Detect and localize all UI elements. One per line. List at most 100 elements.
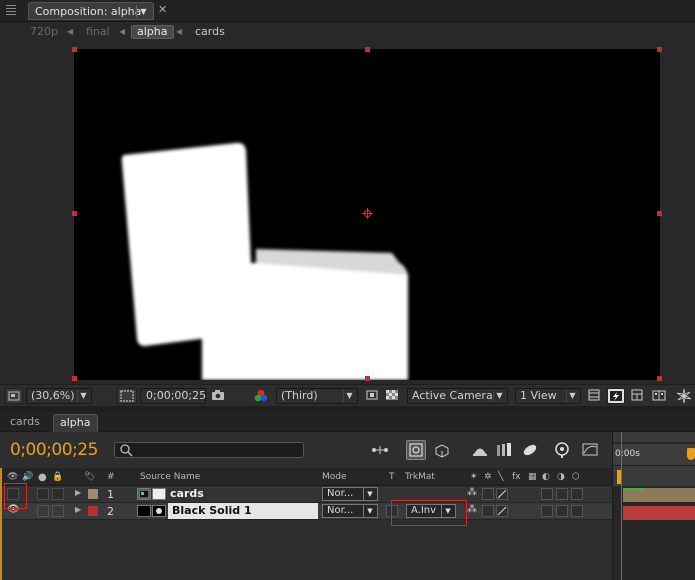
solo-toggle[interactable] — [37, 505, 49, 517]
3d-layer-switch[interactable] — [571, 505, 583, 517]
lock-toggle[interactable] — [52, 505, 64, 517]
quality-switch[interactable] — [496, 505, 508, 517]
frame-blending-icon[interactable] — [470, 440, 490, 460]
expand-triangle-icon[interactable]: ▶ — [75, 505, 81, 514]
motion-blur-switch[interactable] — [541, 505, 553, 517]
transform-handle[interactable] — [657, 376, 662, 381]
toggle-pixel-aspect-icon[interactable] — [587, 388, 603, 404]
region-of-interest-icon[interactable] — [365, 388, 381, 404]
camera-snapshot-icon[interactable] — [210, 388, 228, 404]
breadcrumb-arrow-icon: ◀ — [119, 27, 126, 36]
visibility-highlight-box — [4, 483, 27, 509]
solo-header-icon[interactable]: ● — [38, 472, 47, 483]
tab-cards[interactable]: cards — [4, 414, 46, 432]
hide-shy-layers-icon[interactable] — [432, 440, 452, 460]
layer-duration-bar[interactable] — [623, 488, 695, 502]
draft-3d-icon[interactable] — [406, 440, 426, 460]
motion-blur-icon[interactable] — [494, 440, 514, 460]
transparency-grid-icon[interactable] — [385, 388, 401, 404]
blend-mode-dropdown[interactable]: Nor... ▼ — [322, 504, 378, 518]
layer-label-color[interactable] — [88, 506, 98, 516]
breadcrumb-item-final[interactable]: final — [86, 25, 110, 39]
switch-collapse-icon: ✲ — [484, 472, 492, 482]
layer-name[interactable]: cards — [170, 487, 204, 500]
chevron-down-icon[interactable]: ▼ — [136, 5, 150, 17]
layer-search-input[interactable] — [114, 442, 304, 458]
graph-editor-icon[interactable] — [580, 440, 600, 460]
collapse-switch[interactable] — [482, 505, 494, 517]
transform-handle[interactable] — [365, 376, 370, 381]
audio-header-icon[interactable]: 🔊 — [22, 472, 33, 482]
fast-previews-icon[interactable] — [607, 388, 625, 404]
transform-handle[interactable] — [72, 211, 77, 216]
ruler-zoom-strip — [613, 466, 695, 486]
breadcrumb-arrow-icon: ◀ — [176, 27, 183, 36]
layer-duration-bar[interactable] — [623, 506, 695, 520]
switch-frame-blend-icon: ▦ — [528, 472, 537, 482]
composition-viewer[interactable] — [0, 42, 695, 384]
motion-blur-switch[interactable] — [541, 488, 553, 500]
current-time-indicator-line[interactable] — [621, 432, 622, 580]
panel-grip-icon[interactable] — [6, 5, 16, 17]
comp-mini-flowchart-icon[interactable] — [370, 440, 390, 460]
current-time-display[interactable]: 0;00;00;25 — [10, 440, 98, 460]
quality-switch[interactable] — [496, 488, 508, 500]
visibility-header-icon[interactable]: 👁 — [7, 472, 18, 482]
chevron-down-icon: ▼ — [493, 390, 505, 402]
layer-name[interactable]: Black Solid 1 — [168, 503, 318, 519]
exposure-reset-icon[interactable] — [676, 388, 692, 404]
close-icon[interactable]: ✕ — [158, 4, 168, 16]
current-time-indicator-head[interactable] — [687, 448, 695, 460]
composition-tab[interactable]: Composition: alpha ▼ — [28, 2, 154, 20]
3d-layer-switch[interactable] — [571, 488, 583, 500]
lock-toggle[interactable] — [52, 488, 64, 500]
lock-header-icon[interactable]: 🔒 — [52, 472, 63, 482]
breadcrumb-item-720p[interactable]: 720p — [30, 25, 58, 39]
adjustment-switch[interactable] — [556, 488, 568, 500]
label-header-icon[interactable]: 🏷 — [84, 472, 95, 482]
solo-toggle[interactable] — [37, 488, 49, 500]
breadcrumb-item-alpha[interactable]: alpha — [131, 25, 174, 39]
shy-switch-icon[interactable]: ⁂ — [467, 504, 477, 515]
time-ruler[interactable]: 0:00s — [613, 444, 695, 466]
timeline-header: 0;00;00;25 — [0, 432, 612, 468]
always-preview-icon[interactable] — [5, 388, 23, 404]
comp-flowchart-icon[interactable] — [652, 388, 668, 404]
resolution-dropdown[interactable]: (Third) ▼ — [276, 388, 358, 404]
trkmat-column-header: TrkMat — [405, 472, 435, 482]
switch-shy-icon: ✶ — [470, 472, 478, 482]
auto-keyframe-icon[interactable] — [552, 440, 572, 460]
magnification-dropdown[interactable]: (30,6%) ▼ — [26, 388, 92, 404]
color-channels-icon[interactable] — [253, 388, 271, 404]
work-area-bar[interactable] — [613, 432, 695, 442]
layer-list-empty-area[interactable] — [0, 520, 612, 580]
view-layout-value: 1 View — [520, 389, 557, 402]
switch-quality-icon: ╲ — [498, 472, 504, 482]
timeline-toggle-icon[interactable] — [630, 388, 646, 404]
breadcrumb-item-cards[interactable]: cards — [195, 25, 225, 39]
shy-switch-icon[interactable]: ⁂ — [467, 487, 477, 498]
transform-handle[interactable] — [72, 376, 77, 381]
transform-handle[interactable] — [657, 211, 662, 216]
transform-handle[interactable] — [657, 47, 662, 52]
solid-thumbnail — [137, 505, 151, 517]
layer-row[interactable]: 👁 ▶ 2 Black Solid 1 Nor... ▼ A.Inv ▼ ⁂ — [0, 503, 612, 520]
chevron-down-icon: ▼ — [566, 390, 578, 402]
viewer-timecode[interactable]: 0;00;00;25 — [140, 388, 206, 404]
expand-triangle-icon[interactable]: ▶ — [75, 488, 81, 497]
adjustment-switch[interactable] — [556, 505, 568, 517]
collapse-switch[interactable] — [482, 488, 494, 500]
anchor-point-crosshair-icon[interactable] — [362, 208, 373, 219]
transform-handle[interactable] — [365, 47, 370, 52]
brainstorm-icon[interactable] — [520, 440, 540, 460]
safe-zones-icon[interactable] — [117, 388, 137, 404]
view-layout-dropdown[interactable]: 1 View ▼ — [515, 388, 581, 404]
source-name-column-header[interactable]: Source Name — [140, 472, 200, 482]
layer-row[interactable]: ▶ 1 cards Nor... ▼ ⁂ — [0, 486, 612, 503]
transform-handle[interactable] — [72, 47, 77, 52]
timeline-track-area[interactable]: 0:00s — [612, 432, 695, 580]
camera-view-dropdown[interactable]: Active Camera ▼ — [407, 388, 508, 404]
layer-label-color[interactable] — [88, 489, 98, 499]
tab-alpha[interactable]: alpha — [53, 414, 98, 432]
blend-mode-dropdown[interactable]: Nor... ▼ — [322, 487, 378, 501]
